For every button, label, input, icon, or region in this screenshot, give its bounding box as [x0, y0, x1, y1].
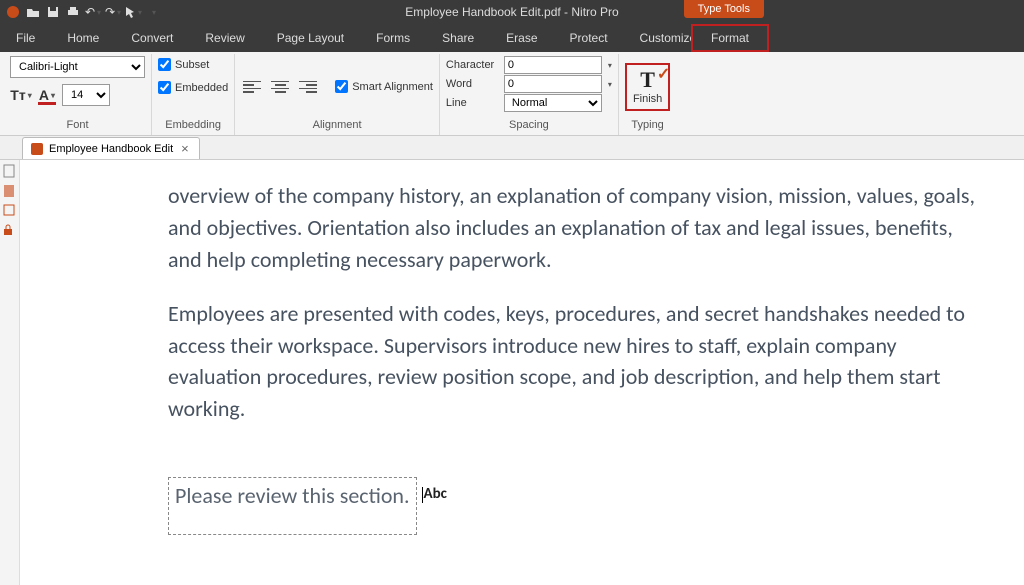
edit-text: Please review this section. — [175, 482, 410, 509]
quick-access-toolbar: ↶▾ ↷▾ ▾ ▾ — [4, 3, 162, 21]
select-tool-icon[interactable]: ▾ — [124, 3, 142, 21]
menu-share[interactable]: Share — [426, 24, 490, 52]
document-page[interactable]: overview of the company history, an expl… — [20, 160, 1024, 585]
open-icon[interactable] — [24, 3, 42, 21]
pdf-icon — [31, 143, 43, 155]
ribbon-label-typing: Typing — [625, 117, 670, 133]
align-right-button[interactable] — [297, 77, 319, 97]
menu-review[interactable]: Review — [189, 24, 260, 52]
left-sidebar — [0, 160, 20, 585]
menubar: File Home Convert Review Page Layout For… — [0, 24, 1024, 52]
line-spacing-select[interactable]: Normal — [504, 94, 602, 112]
document-tab-title: Employee Handbook Edit — [49, 143, 173, 155]
menu-file[interactable]: File — [0, 24, 51, 52]
ribbon-group-alignment: Smart Alignment Alignment — [235, 54, 440, 135]
ribbon-group-font: Calibri-Light Tᴛ▾ A▾ 14 Font — [4, 54, 152, 135]
document-tabstrip: Employee Handbook Edit × — [0, 136, 1024, 160]
align-left-button[interactable] — [241, 77, 263, 97]
font-size-select[interactable]: 14 — [62, 84, 110, 106]
titlebar: ↶▾ ↷▾ ▾ ▾ Employee Handbook Edit.pdf - N… — [0, 0, 1024, 24]
window-title: Employee Handbook Edit.pdf - Nitro Pro — [405, 5, 618, 19]
close-tab-button[interactable]: × — [179, 141, 191, 156]
ribbon-label-spacing: Spacing — [446, 117, 612, 133]
ribbon-group-spacing: Character▾ Word▾ LineNormal Spacing — [440, 54, 619, 135]
bookmarks-panel-icon[interactable] — [3, 184, 17, 198]
menu-page-layout[interactable]: Page Layout — [261, 24, 360, 52]
finish-label: Finish — [633, 93, 662, 105]
undo-icon[interactable]: ↶▾ — [84, 3, 102, 21]
menu-format[interactable]: Format — [691, 24, 769, 52]
app-icon — [4, 3, 22, 21]
redo-icon[interactable]: ↷▾ — [104, 3, 122, 21]
print-icon[interactable] — [64, 3, 82, 21]
ribbon: Calibri-Light Tᴛ▾ A▾ 14 Font Subset Embe… — [0, 52, 1024, 136]
font-color-icon[interactable]: A▾ — [36, 85, 58, 105]
text-cursor-indicator: Abc — [422, 484, 447, 506]
ribbon-group-typing: T Finish Typing — [619, 54, 676, 135]
word-spacing-input[interactable] — [504, 75, 602, 93]
finish-icon: T — [633, 69, 662, 91]
body-paragraph: Employees are presented with codes, keys… — [168, 298, 984, 426]
ribbon-label-embedding: Embedding — [158, 117, 228, 133]
embedded-checkbox[interactable]: Embedded — [158, 81, 228, 94]
document-tab[interactable]: Employee Handbook Edit × — [22, 137, 200, 159]
pages-panel-icon[interactable] — [3, 164, 17, 178]
menu-home[interactable]: Home — [51, 24, 115, 52]
finish-button[interactable]: T Finish — [625, 63, 670, 111]
workarea: overview of the company history, an expl… — [0, 160, 1024, 585]
ribbon-label-font: Font — [10, 117, 145, 133]
subset-checkbox[interactable]: Subset — [158, 58, 209, 71]
layers-panel-icon[interactable] — [3, 204, 17, 218]
character-spacing-label: Character — [446, 59, 500, 71]
menu-forms[interactable]: Forms — [360, 24, 426, 52]
save-icon[interactable] — [44, 3, 62, 21]
font-family-select[interactable]: Calibri-Light — [10, 56, 145, 78]
qat-customize-icon[interactable]: ▾ — [144, 3, 162, 21]
menu-protect[interactable]: Protect — [554, 24, 624, 52]
ribbon-group-embedding: Subset Embedded Embedding — [152, 54, 235, 135]
security-panel-icon[interactable] — [3, 224, 17, 238]
word-spacing-label: Word — [446, 78, 500, 90]
smart-alignment-checkbox[interactable]: Smart Alignment — [335, 80, 433, 93]
menu-convert[interactable]: Convert — [115, 24, 189, 52]
ribbon-label-alignment: Alignment — [241, 117, 433, 133]
text-size-icon[interactable]: Tᴛ▾ — [10, 85, 32, 105]
line-spacing-label: Line — [446, 97, 500, 109]
body-paragraph: overview of the company history, an expl… — [168, 180, 984, 276]
menu-erase[interactable]: Erase — [490, 24, 553, 52]
text-edit-box[interactable]: Please review this section. — [168, 477, 417, 535]
align-center-button[interactable] — [269, 77, 291, 97]
character-spacing-input[interactable] — [504, 56, 602, 74]
context-tab-type-tools: Type Tools — [684, 0, 764, 18]
